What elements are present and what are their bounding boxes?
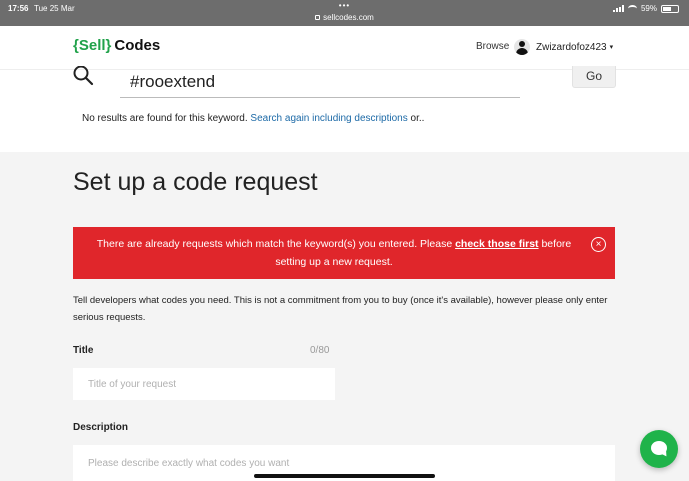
search-input[interactable] [120, 66, 520, 98]
wifi-icon [627, 5, 637, 12]
existing-requests-alert: There are already requests which match t… [73, 227, 615, 279]
address-url: sellcodes.com [323, 13, 374, 22]
title-label: Title [73, 345, 94, 356]
no-results-text: No results are found for this keyword. [82, 113, 248, 124]
sellcodes-logo[interactable]: {Sell} Codes [73, 37, 160, 54]
logo-brace-close: } [105, 37, 112, 54]
check-those-first-link[interactable]: check those first [455, 238, 538, 250]
lock-icon [315, 15, 321, 21]
username: Zwizardofoz423 [536, 41, 607, 53]
no-results-message: No results are found for this keyword. S… [82, 113, 424, 124]
close-circle-icon[interactable]: × [591, 237, 606, 252]
signal-icon [612, 5, 624, 12]
user-menu[interactable]: Zwizardofoz423 ▾ [514, 39, 613, 55]
page-title: Set up a code request [73, 168, 318, 196]
status-indicators: 59% [612, 4, 679, 13]
search-section: Go No results are found for this keyword… [0, 66, 689, 152]
battery-fill [663, 6, 672, 11]
go-button[interactable]: Go [572, 66, 616, 88]
address-bar[interactable]: sellcodes.com [0, 13, 689, 22]
search-again-link[interactable]: Search again including descriptions [250, 113, 407, 124]
no-results-suffix: or.. [410, 113, 425, 124]
browse-link[interactable]: Browse [476, 41, 509, 52]
chat-button[interactable] [640, 430, 678, 468]
chat-icon-tail [659, 449, 670, 459]
alert-text-before: There are already requests which match t… [96, 238, 453, 250]
chevron-down-icon: ▾ [609, 44, 614, 51]
logo-codes: Codes [114, 37, 161, 54]
title-char-counter: 0/80 [310, 345, 330, 356]
multitasking-dots[interactable]: ••• [0, 1, 689, 10]
logo-sell: Sell [78, 37, 106, 54]
search-icon[interactable] [72, 66, 94, 88]
title-input[interactable] [73, 368, 335, 400]
battery-icon [661, 4, 679, 13]
battery-percent: 59% [640, 4, 657, 13]
home-indicator[interactable] [254, 474, 435, 478]
description-label: Description [73, 422, 129, 433]
intro-text: Tell developers what codes you need. Thi… [73, 295, 608, 323]
avatar-icon [514, 39, 530, 55]
ios-status-bar: 17:56 Tue 25 Mar ••• sellcodes.com 59% [0, 0, 689, 26]
site-header: {Sell} Codes Browse Zwizardofoz423 ▾ [0, 26, 689, 70]
